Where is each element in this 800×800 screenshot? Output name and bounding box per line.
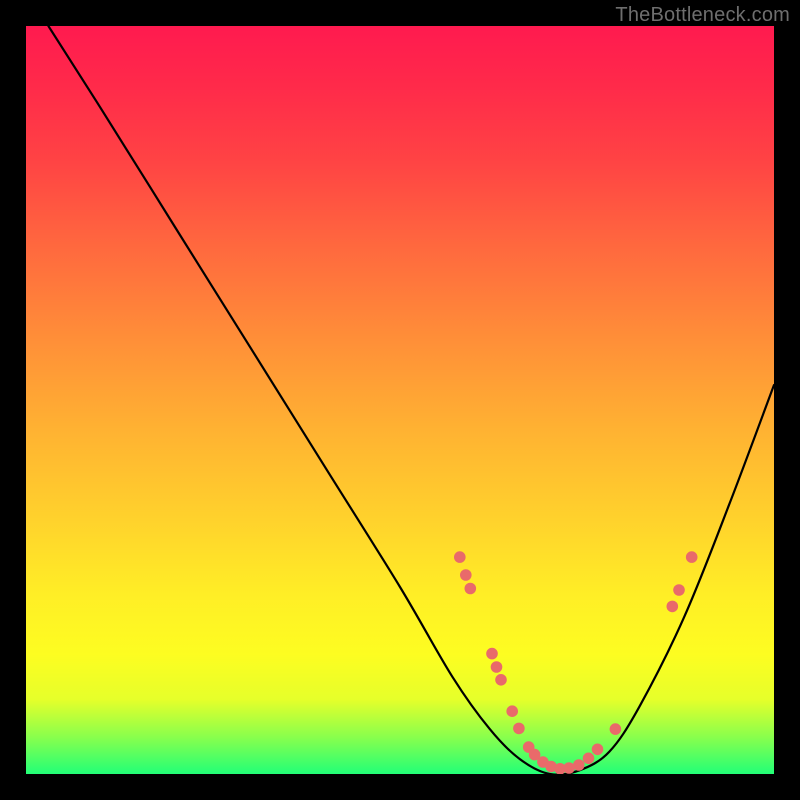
curve-line — [48, 26, 774, 774]
marker-right-cluster-a — [667, 601, 679, 613]
chart-svg — [26, 26, 774, 774]
marker-right-low — [610, 723, 622, 735]
marker-left-mid-c — [495, 674, 507, 686]
marker-bottom-h — [583, 753, 595, 765]
marker-left-low-b — [513, 723, 525, 735]
marker-right-cluster-b — [673, 584, 685, 596]
marker-bottom-i — [592, 744, 604, 756]
marker-left-cluster-a — [460, 569, 472, 581]
data-markers — [454, 551, 698, 774]
marker-right-cluster-c — [686, 551, 698, 563]
marker-left-mid-a — [486, 648, 498, 660]
marker-left-cluster-top — [454, 551, 466, 563]
marker-left-mid-b — [491, 661, 503, 673]
chart-plot-area — [26, 26, 774, 774]
marker-left-low-a — [506, 705, 518, 717]
marker-bottom-f — [563, 762, 575, 774]
watermark-text: TheBottleneck.com — [615, 4, 790, 27]
marker-left-cluster-b — [465, 583, 477, 595]
marker-bottom-g — [573, 759, 585, 771]
